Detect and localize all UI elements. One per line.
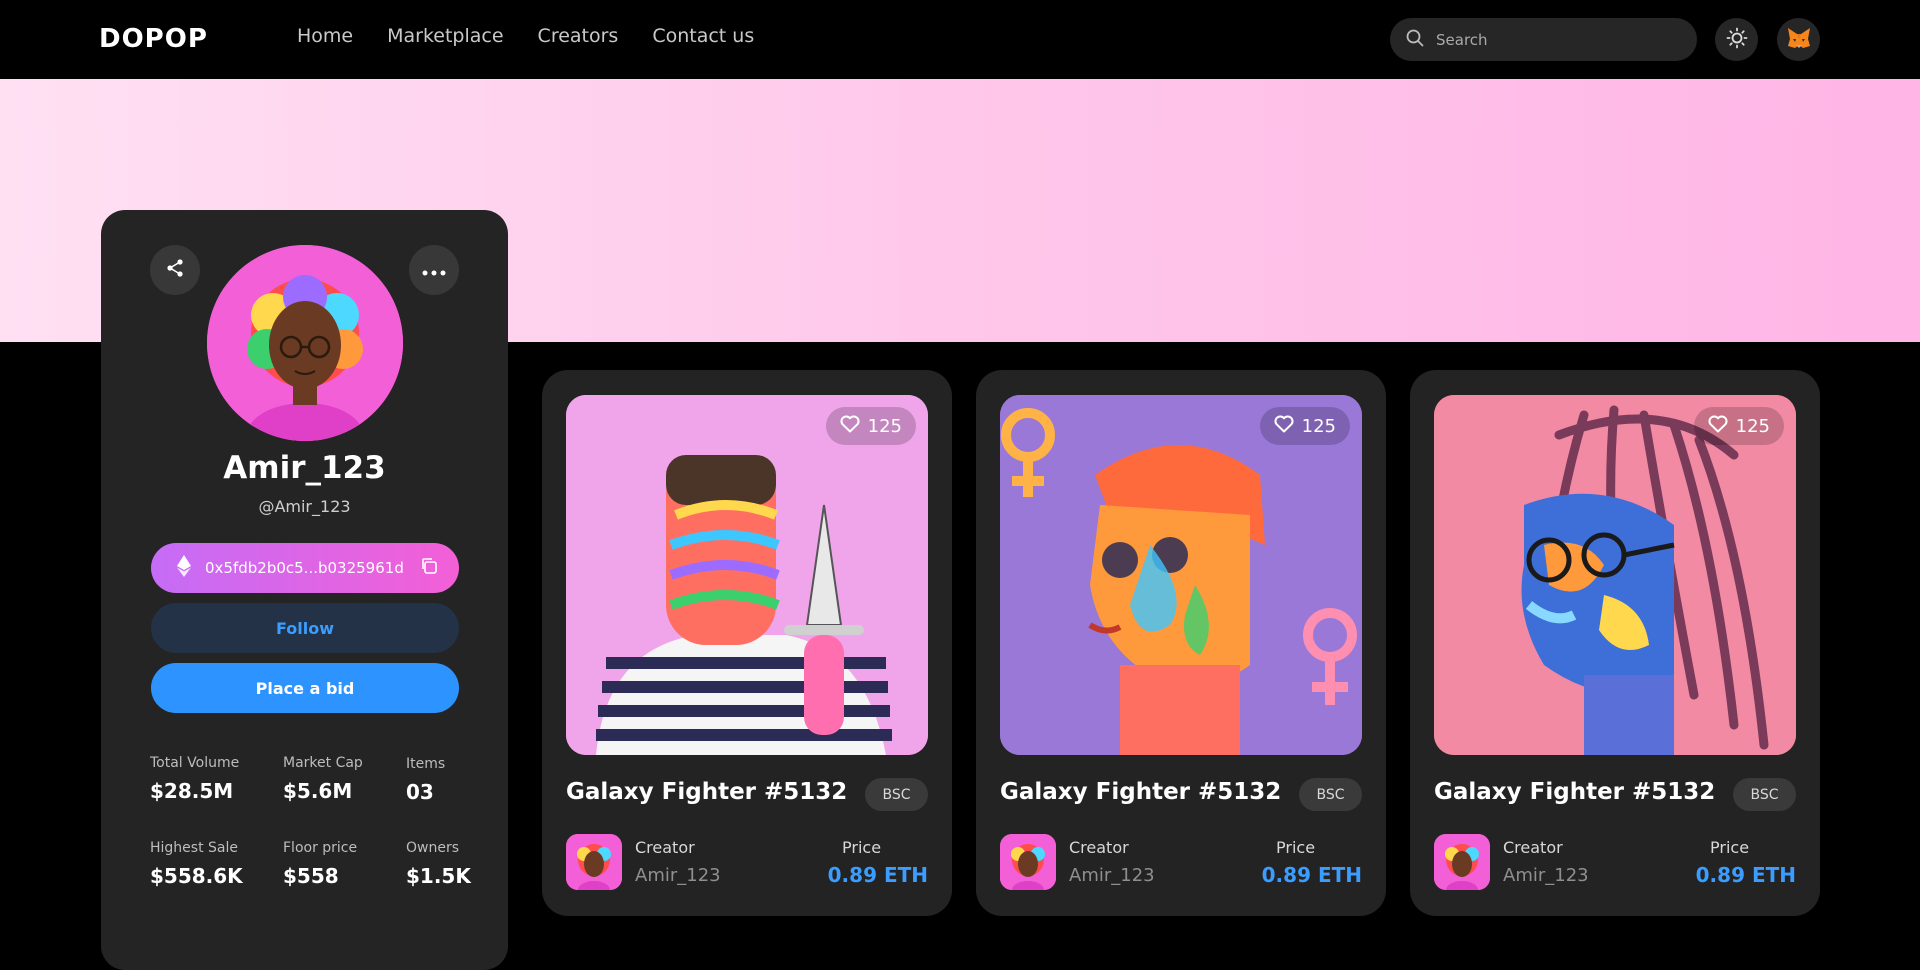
stat-floor-price: Floor price $558 — [283, 840, 357, 888]
creator-label: Creator — [1069, 838, 1129, 857]
share-icon — [165, 258, 185, 282]
heart-icon — [1274, 415, 1294, 438]
stat-label: Total Volume — [150, 755, 240, 771]
stat-value: $558.6K — [150, 864, 243, 888]
profile-name: Amir_123 — [223, 450, 386, 486]
creator-name[interactable]: Amir_123 — [1503, 865, 1589, 886]
chain-badge: BSC — [865, 778, 928, 811]
stat-value: $1.5K — [406, 864, 471, 888]
wallet-address-button[interactable]: 0x5fdb2b0c5...b0325961d — [151, 543, 459, 593]
nft-title[interactable]: Galaxy Fighter #5132 — [566, 779, 847, 805]
profile-handle: @Amir_123 — [258, 497, 351, 516]
nav-contact-us[interactable]: Contact us — [652, 25, 754, 47]
search-bar[interactable] — [1390, 18, 1697, 61]
nft-title[interactable]: Galaxy Fighter #5132 — [1434, 779, 1715, 805]
stat-items: Items 03 — [406, 756, 445, 804]
nft-card[interactable]: 125 Galaxy Fighter #5132 BSC Creator Ami… — [976, 370, 1386, 916]
sun-icon — [1726, 27, 1748, 53]
stat-label: Floor price — [283, 840, 358, 856]
price-label: Price — [1276, 838, 1316, 857]
like-button[interactable]: 125 — [1693, 407, 1784, 445]
nav-marketplace[interactable]: Marketplace — [387, 25, 503, 47]
like-count: 125 — [1735, 415, 1770, 437]
stat-value: $28.5M — [150, 779, 234, 803]
like-button[interactable]: 125 — [1259, 407, 1350, 445]
stat-owners: Owners $1.5K — [406, 840, 471, 888]
creator-name[interactable]: Amir_123 — [635, 865, 721, 886]
wallet-connect-button[interactable] — [1777, 18, 1820, 61]
like-count: 125 — [1301, 415, 1336, 437]
price-label: Price — [1710, 838, 1750, 857]
logo[interactable]: DOPOP — [99, 24, 208, 54]
creator-avatar[interactable] — [1000, 834, 1056, 890]
stat-label: Market Cap — [283, 755, 363, 771]
nft-artwork[interactable]: 125 — [1000, 395, 1362, 755]
like-count: 125 — [867, 415, 902, 437]
search-icon — [1406, 29, 1424, 51]
like-button[interactable]: 125 — [825, 407, 916, 445]
creator-avatar[interactable] — [566, 834, 622, 890]
profile-card: Amir_123 @Amir_123 0x5fdb2b0c5...b032596… — [101, 210, 508, 970]
stat-label: Highest Sale — [150, 840, 238, 856]
more-options-button[interactable] — [409, 245, 459, 295]
creator-label: Creator — [635, 838, 695, 857]
more-dots-icon — [422, 261, 446, 280]
price-value: 0.89 ETH — [827, 863, 928, 887]
nft-title[interactable]: Galaxy Fighter #5132 — [1000, 779, 1281, 805]
top-navigation-bar: DOPOP Home Marketplace Creators Contact … — [0, 0, 1920, 79]
price-value: 0.89 ETH — [1261, 863, 1362, 887]
place-bid-button[interactable]: Place a bid — [151, 663, 459, 713]
ethereum-icon — [177, 555, 191, 581]
nft-card[interactable]: 125 Galaxy Fighter #5132 BSC Creator Ami… — [1410, 370, 1820, 916]
chain-badge: BSC — [1299, 778, 1362, 811]
share-button[interactable] — [150, 245, 200, 295]
nft-artwork[interactable]: 125 — [566, 395, 928, 755]
stat-value: $5.6M — [283, 779, 353, 803]
heart-icon — [840, 415, 860, 438]
stat-value: 03 — [406, 780, 434, 804]
price-value: 0.89 ETH — [1695, 863, 1796, 887]
stat-market-cap: Market Cap $5.6M — [283, 755, 363, 803]
creator-label: Creator — [1503, 838, 1563, 857]
profile-avatar — [207, 245, 403, 441]
creator-avatar[interactable] — [1434, 834, 1490, 890]
chain-badge: BSC — [1733, 778, 1796, 811]
nft-artwork[interactable]: 125 — [1434, 395, 1796, 755]
nav-home[interactable]: Home — [297, 25, 353, 47]
main-nav: Home Marketplace Creators Contact us — [297, 25, 754, 47]
search-input[interactable] — [1434, 29, 1674, 50]
follow-button[interactable]: Follow — [151, 603, 459, 653]
nav-creators[interactable]: Creators — [538, 25, 619, 47]
stat-highest-sale: Highest Sale $558.6K — [150, 840, 243, 888]
stat-label: Items — [406, 756, 446, 772]
nft-card[interactable]: 125 Galaxy Fighter #5132 BSC Creator Ami… — [542, 370, 952, 916]
metamask-fox-icon — [1786, 26, 1812, 54]
heart-icon — [1708, 415, 1728, 438]
copy-icon[interactable] — [420, 557, 438, 579]
stat-total-volume: Total Volume $28.5M — [150, 755, 239, 803]
stat-value: $558 — [283, 864, 339, 888]
stat-label: Owners — [406, 840, 460, 856]
theme-toggle-button[interactable] — [1715, 18, 1758, 61]
creator-name[interactable]: Amir_123 — [1069, 865, 1155, 886]
price-label: Price — [842, 838, 882, 857]
wallet-address: 0x5fdb2b0c5...b0325961d — [205, 559, 404, 577]
